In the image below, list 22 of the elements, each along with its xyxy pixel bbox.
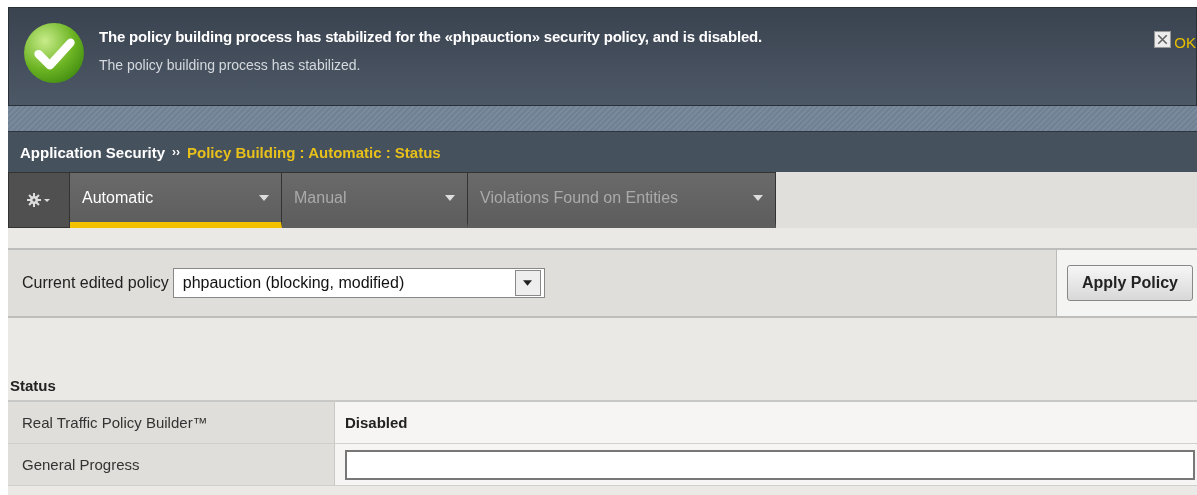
section-heading: Status [10, 377, 57, 394]
notification-message: The policy building process has stabilized. [99, 57, 362, 73]
table-cell: Disabled [345, 414, 408, 431]
policy-dropdown[interactable]: phpauction (blocking, modified) [172, 268, 545, 298]
policy-label: Current edited policy [21, 274, 169, 292]
caret-icon [753, 194, 763, 201]
close-icon[interactable] [1154, 31, 1172, 48]
settings-menu-button[interactable] [8, 172, 70, 228]
breadcrumb-root[interactable]: Application Security [20, 143, 166, 161]
tab[interactable]: Automatic [70, 172, 282, 228]
settings-icon [26, 193, 52, 207]
breadcrumb-current: Policy Building : Automatic : Status [187, 143, 441, 161]
table-cell: General Progress [8, 444, 335, 485]
caret-icon [523, 280, 533, 286]
table-cell: Real Traffic Policy Builder™ [8, 402, 335, 443]
ok-link[interactable]: OK [1174, 34, 1196, 51]
notification-title: The policy building process has stabilized for the «phpauction» security policy, and is disabled. [99, 28, 762, 45]
caret-icon [445, 194, 455, 201]
caret-icon [259, 194, 269, 201]
breadcrumb-separator: ›› [172, 145, 181, 159]
success-check-icon [23, 22, 85, 84]
apply-policy-button[interactable]: Apply Policy [1066, 265, 1193, 301]
